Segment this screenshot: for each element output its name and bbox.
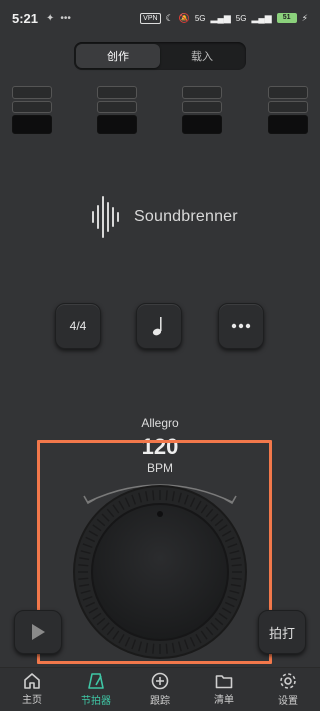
battery-indicator: 51 bbox=[276, 13, 297, 23]
charging-icon: ⚡ bbox=[301, 12, 308, 23]
nav-metronome[interactable]: 节拍器 bbox=[64, 668, 128, 711]
beat-2[interactable] bbox=[97, 86, 137, 135]
nav-home[interactable]: 主页 bbox=[0, 668, 64, 711]
nav-list[interactable]: 清单 bbox=[192, 668, 256, 711]
beat-row bbox=[12, 86, 320, 136]
home-icon bbox=[24, 673, 40, 689]
nav-settings[interactable]: 设置 bbox=[256, 668, 320, 711]
tempo-marking: Allegro bbox=[141, 416, 179, 430]
logo-text: Soundbrenner bbox=[134, 208, 238, 225]
nav-metronome-label: 节拍器 bbox=[81, 696, 111, 707]
tap-tempo-button[interactable]: 拍打 bbox=[258, 610, 306, 654]
nav-home-label: 主页 bbox=[22, 695, 42, 706]
bottom-nav: 主页 节拍器 跟踪 清单 设置 bbox=[0, 667, 320, 711]
time-signature-button[interactable]: 4/4 bbox=[55, 303, 101, 349]
beat-1[interactable] bbox=[12, 86, 52, 135]
tab-create[interactable]: 创作 bbox=[76, 44, 160, 68]
soundwave-icon bbox=[92, 196, 119, 238]
plus-circle-icon bbox=[151, 672, 169, 690]
status-time: 5:21 bbox=[12, 10, 39, 26]
overflow-dots-icon: ••• bbox=[60, 12, 71, 24]
nav-list-label: 清单 bbox=[214, 695, 234, 706]
vpn-badge: VPN bbox=[140, 12, 161, 24]
metronome-icon bbox=[88, 673, 104, 689]
gear-icon bbox=[280, 673, 296, 689]
play-icon bbox=[32, 624, 45, 640]
subdivision-button[interactable] bbox=[136, 303, 182, 349]
quarter-note-icon bbox=[152, 317, 162, 336]
status-bar: 5:21 ✦ ••• VPN ☾ 🔕 5G ▂▄▆ 5G ▂▄▆ 51 ⚡ bbox=[0, 0, 320, 36]
tab-load[interactable]: 载入 bbox=[160, 44, 244, 68]
signal-bars-icon: ▂▄▆ bbox=[210, 12, 231, 23]
more-dots-icon bbox=[231, 323, 251, 329]
beat-4[interactable] bbox=[268, 86, 308, 135]
nav-track[interactable]: 跟踪 bbox=[128, 668, 192, 711]
signal-5g-2: 5G bbox=[235, 13, 247, 23]
beat-3[interactable] bbox=[182, 86, 222, 135]
mute-icon: 🔕 bbox=[178, 12, 190, 23]
play-button[interactable] bbox=[14, 610, 62, 654]
folder-icon bbox=[215, 675, 233, 689]
mode-switch: 创作 载入 bbox=[74, 42, 246, 70]
notification-icon: ✦ bbox=[46, 12, 55, 24]
nav-settings-label: 设置 bbox=[278, 696, 298, 707]
signal-bars-icon-2: ▂▄▆ bbox=[251, 12, 272, 23]
more-options-button[interactable] bbox=[218, 303, 264, 349]
moon-icon: ☾ bbox=[165, 12, 174, 23]
tap-tempo-label: 拍打 bbox=[269, 625, 296, 641]
time-signature-label: 4/4 bbox=[69, 319, 87, 333]
soundbrenner-logo: Soundbrenner bbox=[90, 195, 238, 239]
highlight-box bbox=[37, 440, 272, 664]
signal-5g-1: 5G bbox=[194, 13, 206, 23]
nav-track-label: 跟踪 bbox=[150, 696, 170, 707]
